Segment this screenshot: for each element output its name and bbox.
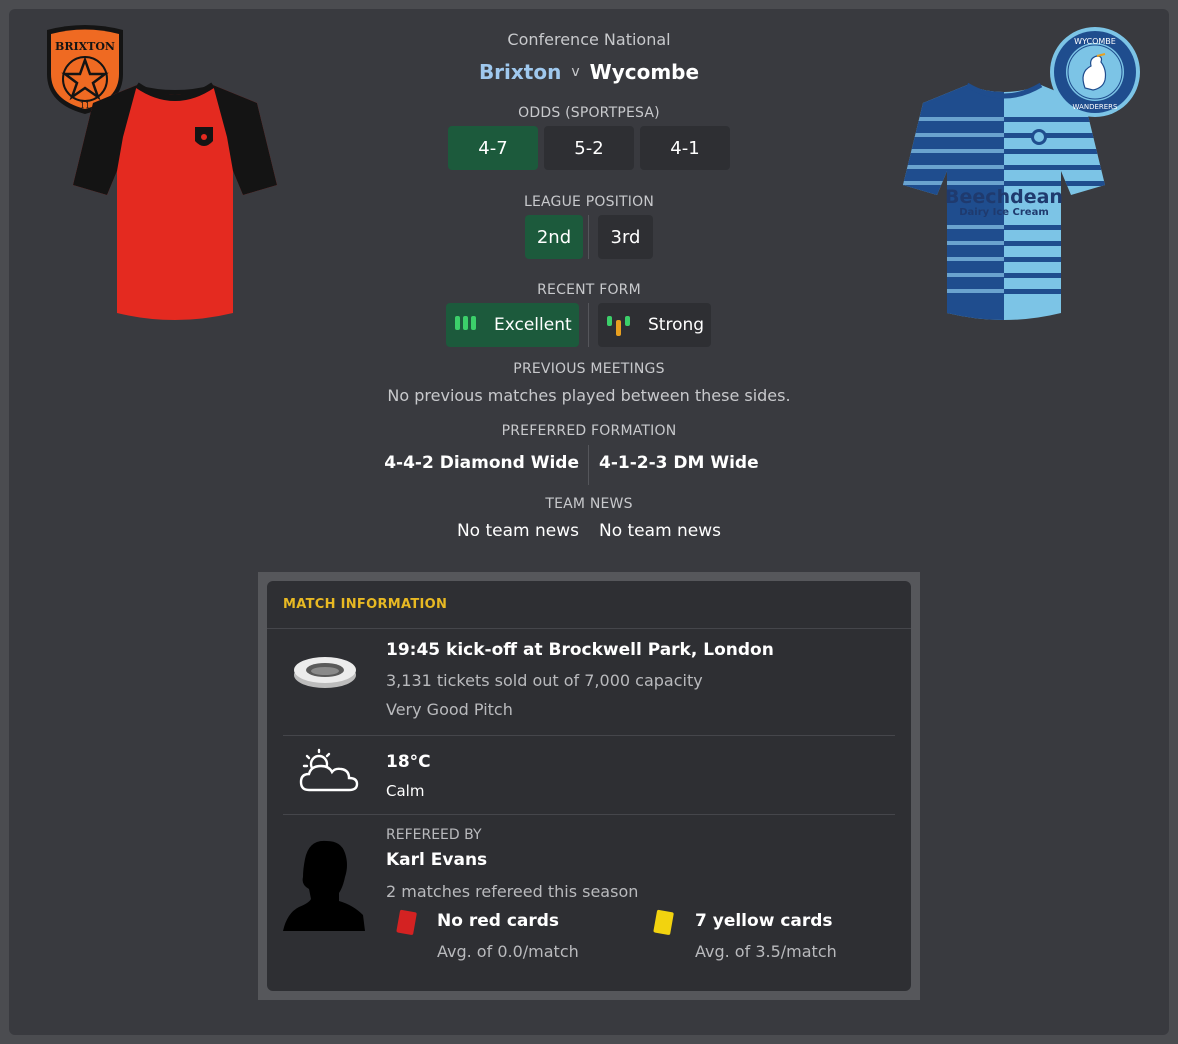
refereed-by-label: REFEREED BY [386,827,482,843]
form-bars-icon [455,316,476,334]
match-information-title: MATCH INFORMATION [267,581,911,629]
home-form-text: Excellent [494,315,572,335]
away-form-text: Strong [648,315,705,335]
position-divider [588,215,589,259]
temperature-text: 18°C [386,752,431,772]
venue-row: 19:45 kick-off at Brockwell Park, London… [283,629,895,736]
away-recent-form[interactable]: Strong [598,303,711,347]
odds-away-button[interactable]: 4-1 [640,126,730,170]
match-information-card: MATCH INFORMATION 19:45 kick-off at Broc… [267,581,911,991]
away-formation[interactable]: 4-1-2-3 DM Wide [599,453,759,473]
odds-home-button[interactable]: 4-7 [448,126,538,170]
home-recent-form[interactable]: Excellent [446,303,579,347]
tickets-sold-text: 3,131 tickets sold out of 7,000 capacity [386,671,703,690]
league-position-label: LEAGUE POSITION [523,194,655,210]
stadium-icon [293,653,357,689]
competition-name[interactable]: Conference National [9,30,1169,49]
odds-draw-button[interactable]: 5-2 [544,126,634,170]
referee-avatar[interactable] [283,839,367,931]
away-league-position: 3rd [598,215,653,259]
referee-matches-text: 2 matches refereed this season [386,882,639,901]
away-team-news: No team news [599,521,722,541]
home-team-news: No team news [456,521,579,541]
odds-label: ODDS (SPORTPESA) [518,105,660,121]
versus-label: v [571,64,580,80]
wind-text: Calm [386,782,425,800]
preferred-formation-label: PREFERRED FORMATION [501,423,677,439]
previous-meetings-label: PREVIOUS MEETINGS [513,361,665,377]
yellow-cards-average: Avg. of 3.5/match [695,942,837,961]
red-cards-average: Avg. of 0.0/match [437,942,579,961]
home-league-position: 2nd [525,215,583,259]
fixture-title: Brixton v Wycombe [9,60,1169,84]
formation-divider [588,445,589,485]
home-formation[interactable]: 4-4-2 Diamond Wide [384,453,579,473]
recent-form-label: RECENT FORM [537,282,641,298]
red-card-icon [396,909,418,937]
match-information-frame: MATCH INFORMATION 19:45 kick-off at Broc… [258,572,920,1000]
yellow-cards-text: 7 yellow cards [695,911,833,931]
away-team-name[interactable]: Wycombe [590,60,699,84]
referee-name[interactable]: Karl Evans [386,850,487,870]
form-bars-icon [607,316,630,336]
weather-row: 18°C Calm [283,736,895,815]
cloud-sun-icon [299,748,361,798]
previous-meetings-text: No previous matches played between these… [387,386,791,405]
referee-row: REFEREED BY Karl Evans 2 matches referee… [283,815,895,991]
red-cards-text: No red cards [437,911,560,931]
pitch-condition-text: Very Good Pitch [386,700,513,719]
team-news-label: TEAM NEWS [545,496,633,512]
home-team-name[interactable]: Brixton [479,60,561,84]
yellow-card-icon [653,909,675,937]
kickoff-venue-text[interactable]: 19:45 kick-off at Brockwell Park, London [386,640,774,660]
form-divider [588,303,589,347]
